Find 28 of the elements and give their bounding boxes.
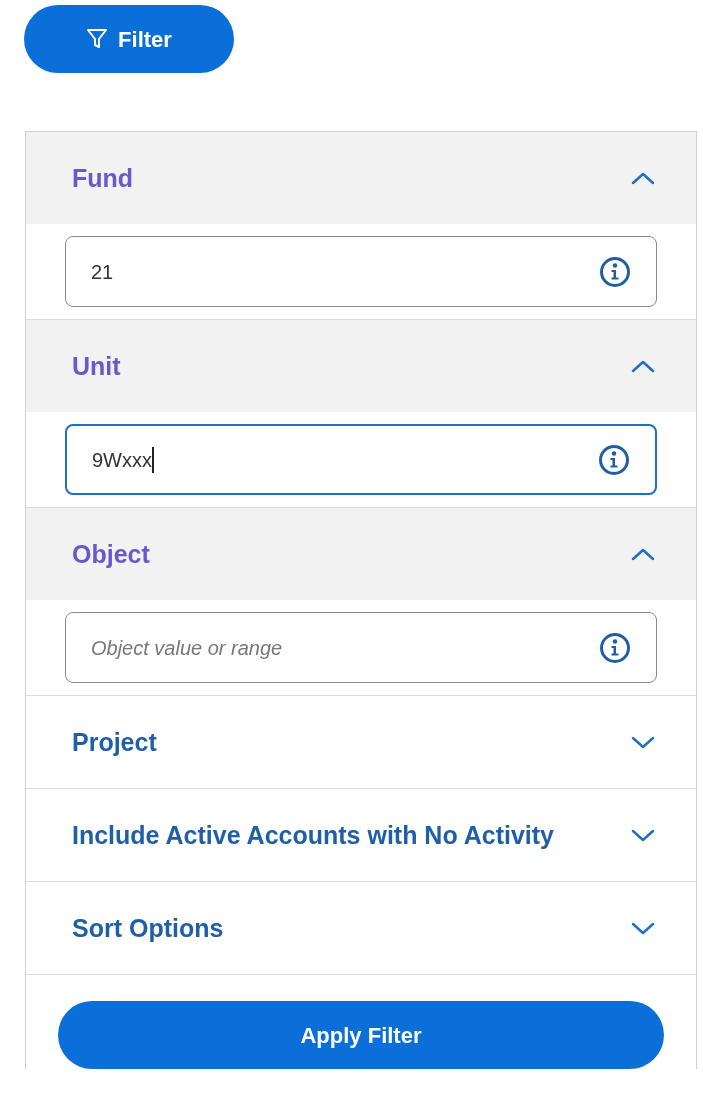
section-title: Include Active Accounts with No Activity [72,821,555,849]
chevron-down-icon [630,827,656,843]
section-title: Project [72,728,157,756]
section-header[interactable]: Object [26,508,696,600]
field-value: 21 [91,259,114,285]
info-icon[interactable] [599,631,631,664]
filter-button[interactable]: Filter [24,5,234,73]
apply-filter-button[interactable]: Apply Filter [58,1001,664,1069]
section-title: Fund [72,164,134,192]
input-field[interactable]: Object value or range [65,612,657,683]
filter-icon [86,28,109,50]
text-cursor [152,446,154,473]
field-placeholder: Object value or range [91,635,283,661]
chevron-up-icon [630,170,656,186]
info-icon[interactable] [598,443,630,476]
chevron-down-icon [630,734,656,750]
section-header[interactable]: Unit [26,320,696,412]
section-title: Sort Options [72,914,224,942]
field-value: 9Wxxx [92,447,152,473]
info-icon[interactable] [599,255,631,288]
section-title: Unit [72,352,121,380]
input-field[interactable]: 9Wxxx [65,424,657,495]
chevron-up-icon [630,358,656,374]
section-header[interactable]: Fund [26,132,696,224]
input-field[interactable]: 21 [65,236,657,307]
chevron-up-icon [630,546,656,562]
section-title: Object [72,540,150,568]
chevron-down-icon [630,920,656,936]
